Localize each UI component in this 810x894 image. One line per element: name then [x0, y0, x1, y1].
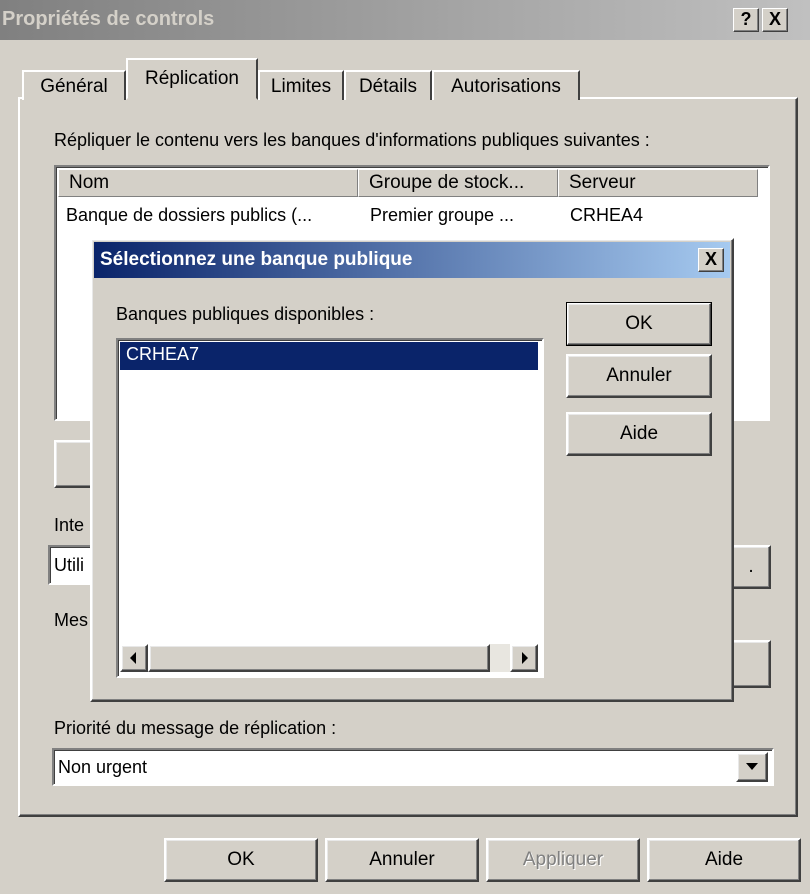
- apply-button[interactable]: Appliquer: [486, 838, 640, 882]
- cancel-button[interactable]: Annuler: [325, 838, 479, 882]
- dialog-ok-button[interactable]: OK: [566, 302, 712, 346]
- dialog-help-button[interactable]: Aide: [566, 412, 712, 456]
- help-icon: ?: [740, 9, 752, 29]
- tab-autorisations[interactable]: Autorisations: [432, 70, 580, 100]
- priority-dropdown-arrow[interactable]: [736, 752, 768, 782]
- close-icon: X: [704, 249, 717, 269]
- arrow-left-icon: [130, 652, 136, 664]
- tab-general[interactable]: Général: [22, 70, 126, 100]
- dialog-close-button[interactable]: X: [698, 248, 724, 272]
- window-title: Propriétés de controls: [2, 8, 215, 30]
- chevron-down-icon: [746, 763, 758, 770]
- dialog-cancel-button[interactable]: Annuler: [566, 354, 712, 398]
- horizontal-scrollbar[interactable]: [120, 644, 538, 672]
- interval-label: Inte: [54, 515, 85, 535]
- row-name: Banque de dossiers publics (...: [66, 205, 313, 225]
- scroll-thumb[interactable]: [148, 644, 490, 672]
- message-label: Mes: [54, 610, 89, 630]
- help-button[interactable]: ?: [733, 8, 759, 32]
- main-title-bar: Propriétés de controls ? X: [0, 0, 810, 40]
- arrow-right-icon: [522, 652, 528, 664]
- priority-label: Priorité du message de réplication :: [54, 718, 337, 738]
- help-footer-button[interactable]: Aide: [647, 838, 801, 882]
- close-button[interactable]: X: [762, 8, 788, 32]
- column-header-serveur[interactable]: Serveur: [558, 169, 758, 197]
- available-stores-label: Banques publiques disponibles :: [116, 304, 375, 324]
- ok-button[interactable]: OK: [164, 838, 318, 882]
- scroll-left-button[interactable]: [120, 644, 148, 672]
- dialog-title: Sélectionnez une banque publique: [100, 249, 413, 270]
- tab-limites[interactable]: Limites: [258, 70, 344, 100]
- list-item[interactable]: CRHEA7: [120, 342, 538, 370]
- tab-replication[interactable]: Réplication: [126, 58, 258, 100]
- tab-details[interactable]: Détails: [344, 70, 432, 100]
- replicate-label: Répliquer le contenu vers les banques d'…: [54, 130, 650, 150]
- column-header-groupe[interactable]: Groupe de stock...: [358, 169, 558, 197]
- dialog-title-bar: Sélectionnez une banque publique X: [94, 242, 730, 278]
- priority-select[interactable]: Non urgent: [52, 748, 774, 786]
- row-server: CRHEA4: [570, 205, 644, 225]
- scroll-right-button[interactable]: [510, 644, 538, 672]
- available-stores-list[interactable]: CRHEA7: [116, 338, 544, 678]
- row-group: Premier groupe ...: [370, 205, 515, 225]
- close-icon: X: [768, 9, 781, 29]
- table-row[interactable]: Banque de dossiers publics (... Premier …: [58, 203, 758, 231]
- column-header-nom[interactable]: Nom: [58, 169, 358, 197]
- select-public-store-dialog: Sélectionnez une banque publique X Banqu…: [90, 238, 734, 702]
